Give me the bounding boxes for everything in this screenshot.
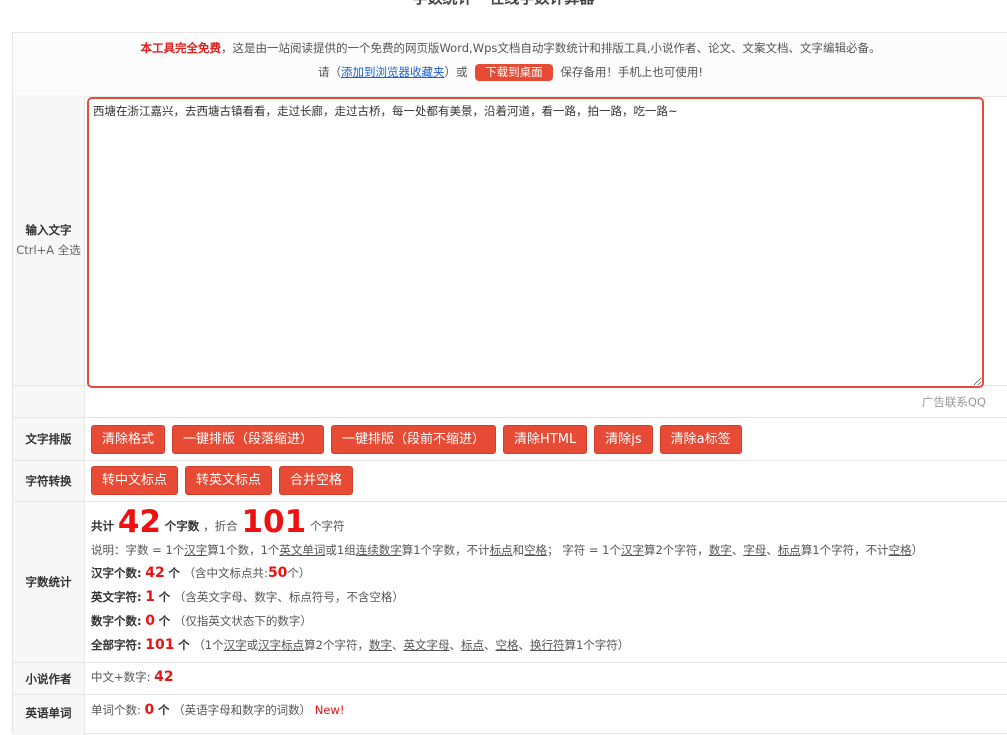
notice-bar: 本工具完全免费，这是由一站阅读提供的一个免费的网页版Word,Wps文档自动字数… [13, 33, 1007, 97]
stats-explanation: 说明：字数 = 1个汉字算1个数，1个英文单词或1组连续数字算1个字数，不计标点… [91, 543, 924, 557]
total-words: 42 [117, 504, 161, 540]
digit-count: 0 [145, 613, 156, 629]
total-prefix: 共计 [91, 519, 114, 533]
page-title: 字数统计 - 在线字数计算器 [0, 0, 1007, 8]
clear-html-button[interactable]: 清除HTML [503, 425, 588, 454]
intro-text: ，这是由一站阅读提供的一个免费的网页版Word,Wps文档自动字数统计和排版工具… [220, 41, 881, 55]
select-all-hint: Ctrl+A 全选 [16, 243, 81, 257]
words-unit: 个字数 [164, 519, 200, 533]
ad-label-cell [13, 386, 85, 417]
to-chinese-punct-button[interactable]: 转中文标点 [91, 466, 179, 495]
novel-text: 中文+数字: [91, 670, 151, 684]
save-note: 保存备用！手机上也可使用! [560, 65, 703, 79]
clear-format-button[interactable]: 清除格式 [91, 425, 166, 454]
to-english-punct-button[interactable]: 转英文标点 [185, 466, 273, 495]
merge-spaces-button[interactable]: 合并空格 [279, 466, 354, 495]
chinese-count-line: 汉字个数: 42 个 （含中文标点共:50个） [91, 565, 311, 581]
please-text: 请（ [318, 65, 342, 79]
english-word-count: 0 [144, 702, 155, 718]
convert-label: 字符转换 [13, 461, 85, 501]
novel-row: 小说作者 中文+数字: 42 [13, 663, 1007, 695]
chinese-punct-count: 50 [267, 565, 288, 581]
input-label: 输入文字 [25, 223, 72, 237]
word-count-text: 单词个数: [91, 703, 141, 717]
download-button[interactable]: 下载到桌面 [475, 64, 553, 81]
layout-label: 文字排版 [13, 418, 85, 460]
english-words-row: 英语单词 单词个数: 0 个 （英语字母和数字的词数） New! [13, 695, 1007, 735]
indent-layout-button[interactable]: 一键排版（段落缩进） [172, 425, 325, 454]
input-label-cell: 输入文字 Ctrl+A 全选 [13, 95, 85, 385]
english-count: 1 [145, 589, 156, 605]
chinese-count: 42 [145, 565, 165, 581]
clear-js-button[interactable]: 清除js [594, 425, 653, 454]
stats-row: 字数统计 共计 42 个字数 ，折合 101 个字符 说明：字数 = 1个汉字算… [13, 502, 1007, 663]
no-indent-layout-button[interactable]: 一键排版（段前不缩进） [331, 425, 497, 454]
all-chars-count: 101 [145, 637, 175, 653]
text-input[interactable]: 西塘在浙江嘉兴，去西塘古镇看看，走过长廊，走过古桥，每一处都有美景，沿着河道，看… [87, 97, 984, 388]
total-chars: 101 [241, 504, 307, 540]
english-words-label: 英语单词 [13, 695, 85, 735]
digit-count-line: 数字个数: 0 个 （仅指英文状态下的数字） [91, 613, 312, 629]
or-text: ）或 [444, 65, 468, 79]
new-badge: New! [314, 703, 345, 717]
ad-contact[interactable]: 广告联系QQ [922, 394, 986, 410]
layout-row: 文字排版 清除格式 一键排版（段落缩进） 一键排版（段前不缩进） 清除HTML 清除js… [13, 418, 1007, 461]
bookmark-link[interactable]: 添加到浏览器收藏夹 [341, 65, 445, 79]
novel-count: 42 [154, 669, 174, 685]
stats-label: 字数统计 [13, 502, 85, 662]
input-row: 输入文字 Ctrl+A 全选 西塘在浙江嘉兴，去西塘古镇看看，走过长廊，走过古桥，… [13, 95, 1007, 388]
free-notice: 本工具完全免费 [140, 41, 221, 55]
equiv-prefix: ，折合 [203, 519, 238, 533]
word-count-panel: 本工具完全免费，这是由一站阅读提供的一个免费的网页版Word,Wps文档自动字数… [12, 32, 1007, 735]
all-chars-line: 全部字符: 101 个 （1个汉字或汉字标点算2个字符，数字、英文字母、标点、空… [91, 637, 630, 653]
chars-unit: 个字符 [310, 519, 345, 533]
ad-row: 广告联系QQ [13, 386, 1007, 418]
stats-summary: 共计 42 个字数 ，折合 101 个字符 [91, 504, 345, 540]
convert-row: 字符转换 转中文标点 转英文标点 合并空格 [13, 461, 1007, 502]
english-count-line: 英文字符: 1 个 （含英文字母、数字、标点符号，不含空格） [91, 589, 404, 605]
clear-a-tag-button[interactable]: 清除a标签 [659, 425, 742, 454]
novel-label: 小说作者 [13, 663, 85, 694]
